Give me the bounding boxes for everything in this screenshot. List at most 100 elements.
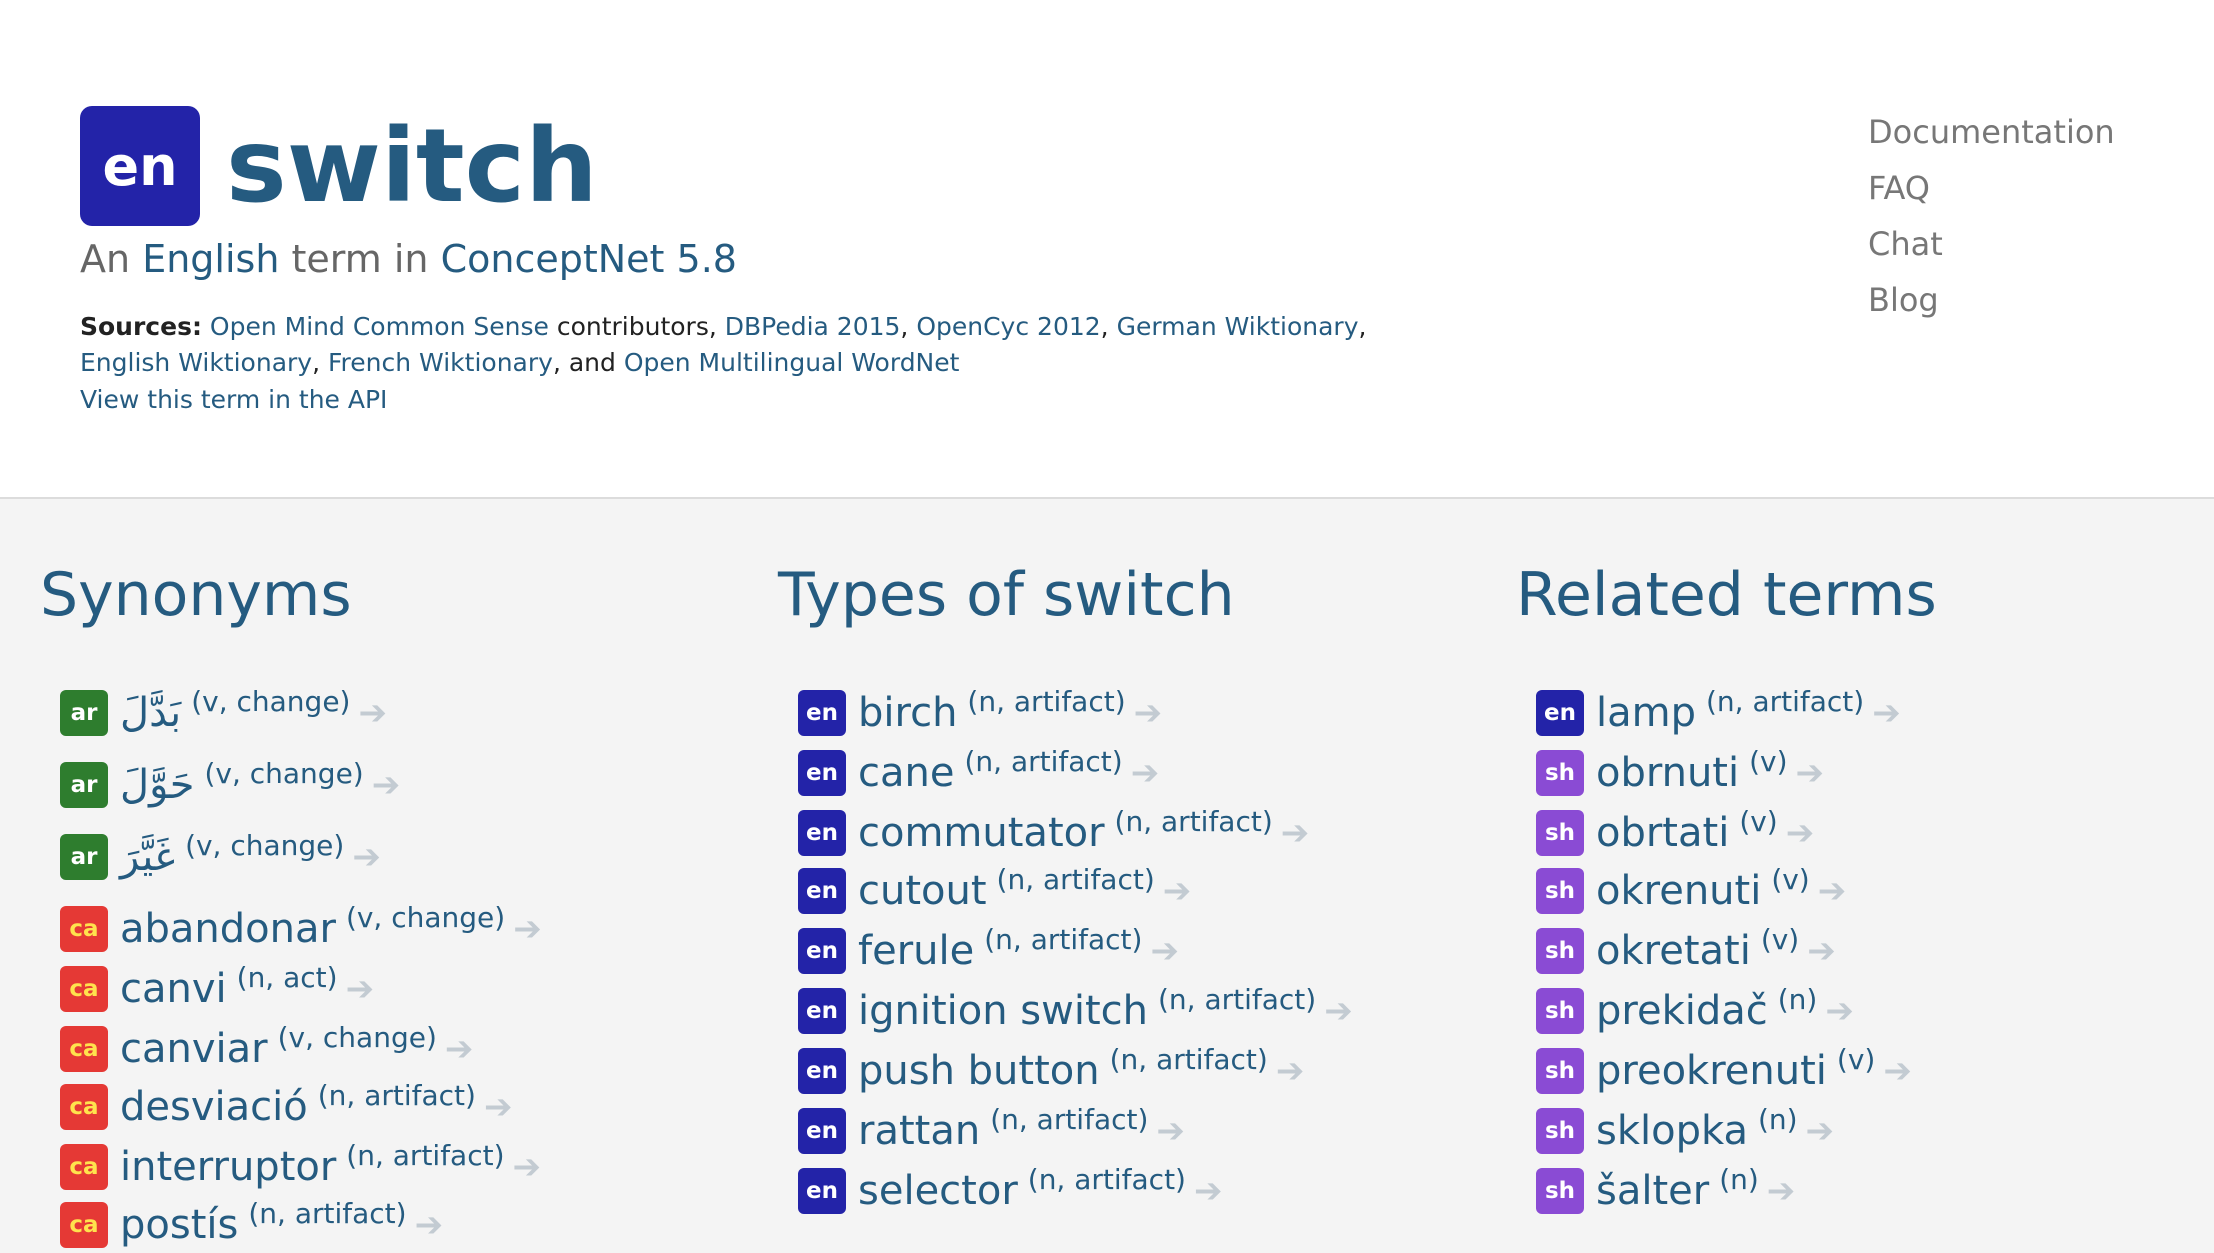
arrow-right-icon[interactable]: ➔: [1767, 1171, 1796, 1211]
arrow-right-icon[interactable]: ➔: [372, 765, 401, 805]
list-item[interactable]: ca canvi (n, act) ➔: [60, 961, 374, 1017]
arrow-right-icon[interactable]: ➔: [1134, 693, 1163, 733]
arrow-right-icon[interactable]: ➔: [415, 1205, 444, 1245]
column-heading: Types of switch: [778, 560, 1235, 630]
list-item[interactable]: sh preokrenuti (v) ➔: [1536, 1043, 1912, 1099]
term-link[interactable]: sklopka: [1596, 1108, 1748, 1154]
list-item[interactable]: ca postís (n, artifact) ➔: [60, 1197, 443, 1253]
list-item[interactable]: en cane (n, artifact) ➔: [798, 745, 1159, 801]
term-link[interactable]: ferule: [858, 928, 974, 974]
source-link-omw[interactable]: Open Multilingual WordNet: [624, 348, 960, 377]
list-item[interactable]: sh obrtati (v) ➔: [1536, 805, 1814, 861]
term-link[interactable]: birch: [858, 690, 957, 736]
list-item[interactable]: sh obrnuti (v) ➔: [1536, 745, 1824, 801]
arrow-right-icon[interactable]: ➔: [1796, 753, 1825, 793]
arrow-right-icon[interactable]: ➔: [1150, 931, 1179, 971]
term-link[interactable]: غَيَّرَ: [120, 834, 175, 880]
arrow-right-icon[interactable]: ➔: [352, 837, 381, 877]
language-link[interactable]: English: [142, 237, 279, 281]
term-link[interactable]: lamp: [1596, 690, 1696, 736]
arrow-right-icon[interactable]: ➔: [1825, 991, 1854, 1031]
term-link[interactable]: preokrenuti: [1596, 1048, 1827, 1094]
list-item[interactable]: en cutout (n, artifact) ➔: [798, 863, 1191, 919]
term-link[interactable]: cutout: [858, 868, 987, 914]
arrow-right-icon[interactable]: ➔: [1806, 1111, 1835, 1151]
arrow-right-icon[interactable]: ➔: [1872, 693, 1901, 733]
source-link-opencyc[interactable]: OpenCyc 2012: [916, 312, 1100, 341]
language-badge: en: [798, 868, 846, 914]
arrow-right-icon[interactable]: ➔: [1324, 991, 1353, 1031]
list-item[interactable]: sh okretati (v) ➔: [1536, 923, 1836, 979]
source-link-omcs[interactable]: Open Mind Common Sense: [210, 312, 549, 341]
arrow-right-icon[interactable]: ➔: [1281, 813, 1310, 853]
arrow-right-icon[interactable]: ➔: [1156, 1111, 1185, 1151]
list-item[interactable]: ar بَدَّلَ (v, change) ➔: [60, 685, 387, 741]
list-item[interactable]: sh šalter (n) ➔: [1536, 1163, 1795, 1219]
term-link[interactable]: desviació: [120, 1084, 308, 1130]
term-link[interactable]: interruptor: [120, 1144, 336, 1190]
term-link[interactable]: حَوَّلَ: [120, 762, 194, 808]
list-item[interactable]: en birch (n, artifact) ➔: [798, 685, 1162, 741]
nav-faq[interactable]: FAQ: [1868, 160, 2115, 216]
term-link[interactable]: obrnuti: [1596, 750, 1739, 796]
source-link-english-wiktionary[interactable]: English Wiktionary: [80, 348, 312, 377]
arrow-right-icon[interactable]: ➔: [1276, 1051, 1305, 1091]
nav-blog[interactable]: Blog: [1868, 272, 2115, 328]
arrow-right-icon[interactable]: ➔: [1818, 871, 1847, 911]
source-link-dbpedia[interactable]: DBPedia 2015: [725, 312, 901, 341]
term-sense: (v): [1836, 1042, 1876, 1076]
list-item[interactable]: ar حَوَّلَ (v, change) ➔: [60, 757, 400, 813]
list-item[interactable]: ar غَيَّرَ (v, change) ➔: [60, 829, 381, 885]
column-heading: Synonyms: [40, 560, 352, 630]
term-link[interactable]: ignition switch: [858, 988, 1148, 1034]
term-link[interactable]: šalter: [1596, 1168, 1709, 1214]
list-item[interactable]: ca canviar (v, change) ➔: [60, 1021, 473, 1077]
arrow-right-icon[interactable]: ➔: [1786, 813, 1815, 853]
term-link[interactable]: canviar: [120, 1026, 268, 1072]
term-link[interactable]: okrenuti: [1596, 868, 1761, 914]
list-item[interactable]: sh okrenuti (v) ➔: [1536, 863, 1846, 919]
column-related: Related terms en lamp (n, artifact) ➔ sh obrn…: [1516, 555, 2214, 1214]
list-item[interactable]: sh prekidač (n) ➔: [1536, 983, 1854, 1039]
arrow-right-icon[interactable]: ➔: [445, 1029, 474, 1069]
list-item[interactable]: en selector (n, artifact) ➔: [798, 1163, 1222, 1219]
conceptnet-link[interactable]: ConceptNet 5.8: [441, 237, 737, 281]
list-item[interactable]: ca abandonar (v, change) ➔: [60, 901, 542, 957]
term-link[interactable]: obrtati: [1596, 810, 1729, 856]
term-link[interactable]: abandonar: [120, 906, 336, 952]
arrow-right-icon[interactable]: ➔: [1807, 931, 1836, 971]
list-item[interactable]: sh sklopka (n) ➔: [1536, 1103, 1834, 1159]
list-item[interactable]: ca desviació (n, artifact) ➔: [60, 1079, 512, 1135]
term-link[interactable]: بَدَّلَ: [120, 690, 181, 736]
term-link[interactable]: okretati: [1596, 928, 1751, 974]
arrow-right-icon[interactable]: ➔: [513, 1147, 542, 1187]
arrow-right-icon[interactable]: ➔: [1194, 1171, 1223, 1211]
term-link[interactable]: canvi: [120, 966, 227, 1012]
source-link-german-wiktionary[interactable]: German Wiktionary: [1117, 312, 1359, 341]
list-item[interactable]: en commutator (n, artifact) ➔: [798, 805, 1309, 861]
list-item[interactable]: en ignition switch (n, artifact) ➔: [798, 983, 1353, 1039]
term-link[interactable]: postís: [120, 1202, 238, 1248]
arrow-right-icon[interactable]: ➔: [1883, 1051, 1912, 1091]
arrow-right-icon[interactable]: ➔: [1163, 871, 1192, 911]
source-link-french-wiktionary[interactable]: French Wiktionary: [328, 348, 553, 377]
arrow-right-icon[interactable]: ➔: [484, 1087, 513, 1127]
list-item[interactable]: ca interruptor (n, artifact) ➔: [60, 1139, 541, 1195]
arrow-right-icon[interactable]: ➔: [513, 909, 542, 949]
term-link[interactable]: commutator: [858, 810, 1105, 856]
nav-documentation[interactable]: Documentation: [1868, 104, 2115, 160]
nav-chat[interactable]: Chat: [1868, 216, 2115, 272]
arrow-right-icon[interactable]: ➔: [358, 693, 387, 733]
term-link[interactable]: cane: [858, 750, 954, 796]
term-link[interactable]: push button: [858, 1048, 1100, 1094]
term-link[interactable]: selector: [858, 1168, 1018, 1214]
list-item[interactable]: en push button (n, artifact) ➔: [798, 1043, 1304, 1099]
api-link[interactable]: View this term in the API: [80, 382, 387, 418]
term-link[interactable]: rattan: [858, 1108, 980, 1154]
arrow-right-icon[interactable]: ➔: [346, 969, 375, 1009]
arrow-right-icon[interactable]: ➔: [1131, 753, 1160, 793]
list-item[interactable]: en ferule (n, artifact) ➔: [798, 923, 1179, 979]
list-item[interactable]: en lamp (n, artifact) ➔: [1536, 685, 1901, 741]
term-link[interactable]: prekidač: [1596, 988, 1768, 1034]
list-item[interactable]: en rattan (n, artifact) ➔: [798, 1103, 1185, 1159]
